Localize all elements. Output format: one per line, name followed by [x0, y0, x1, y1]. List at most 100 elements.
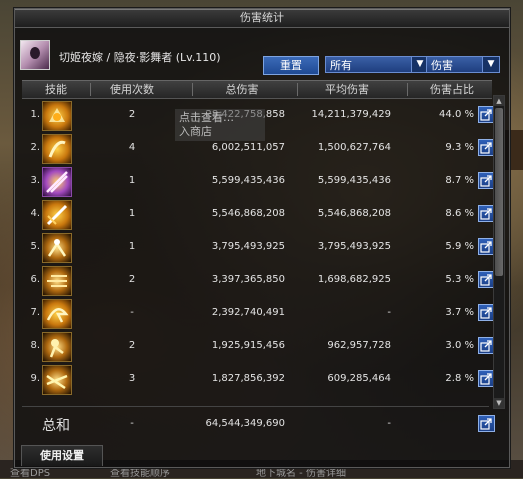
window-footer: 使用设置: [15, 441, 509, 467]
tab-usage-settings[interactable]: 使用设置: [21, 445, 103, 466]
total-row: 总和 - 64,544,349,690 -: [22, 410, 495, 437]
skill-icon: [42, 332, 72, 362]
col-uses: 使用次数: [110, 83, 154, 96]
col-separator: [90, 83, 91, 96]
arrow-up-icon[interactable]: ▲: [494, 96, 504, 106]
row-uses: 1: [128, 241, 136, 252]
table-row[interactable]: 9. 3 1,827,856,392 609,285,464 2.8 %: [22, 363, 495, 396]
row-rank: 2.: [30, 142, 40, 153]
row-total: 5,546,868,208: [211, 208, 285, 219]
row-avg: 5,599,435,436: [317, 175, 391, 186]
reset-button[interactable]: 重置: [263, 56, 319, 75]
table-header: 技能 使用次数 总伤害 平均伤害 伤害占比: [22, 80, 492, 99]
row-share: 5.9 %: [445, 241, 474, 252]
col-total: 总伤害: [225, 83, 259, 96]
col-separator: [192, 83, 193, 96]
row-rank: 5.: [30, 241, 40, 252]
row-rank: 8.: [30, 340, 40, 351]
row-avg: -: [387, 307, 391, 318]
window-header: 切姬夜嫁 / 隐夜·影舞者 (Lv.110) 重置 所有 ▼ 伤害 ▼: [15, 28, 509, 80]
skill-icon: [42, 200, 72, 230]
row-avg: 5,546,868,208: [317, 208, 391, 219]
row-avg: 1,500,627,764: [317, 142, 391, 153]
row-total: 6,002,511,057: [211, 142, 285, 153]
row-avg: 962,957,728: [327, 340, 391, 351]
row-uses: 2: [128, 340, 136, 351]
total-avg: -: [387, 418, 391, 429]
row-share: 9.3 %: [445, 142, 474, 153]
character-name: 切姬夜嫁 / 隐夜·影舞者 (Lv.110): [59, 51, 221, 64]
row-total: 1,827,856,392: [211, 373, 285, 384]
col-avg: 平均伤害: [325, 83, 369, 96]
arrow-down-icon[interactable]: ▼: [494, 398, 504, 408]
damage-stats-window: 伤害统计 切姬夜嫁 / 隐夜·影舞者 (Lv.110) 重置 所有 ▼ 伤害 ▼…: [14, 8, 510, 468]
row-rank: 3.: [30, 175, 40, 186]
share-icon: [480, 109, 492, 121]
row-uses: 1: [128, 208, 136, 219]
table-row[interactable]: 4. 1 5,546,868,208 5,546,868,208 8.6 %: [22, 198, 495, 231]
row-rank: 9.: [30, 373, 40, 384]
row-uses: 2: [128, 274, 136, 285]
row-total: 5,599,435,436: [211, 175, 285, 186]
table-row[interactable]: 3. 1 5,599,435,436 5,599,435,436 8.7 %: [22, 165, 495, 198]
row-share: 8.6 %: [445, 208, 474, 219]
skill-icon: [42, 299, 72, 329]
total-damage: 64,544,349,690: [205, 418, 285, 429]
share-icon: [480, 208, 492, 220]
character-avatar: [20, 40, 50, 70]
share-icon: [480, 373, 492, 385]
chevron-down-icon: ▼: [482, 57, 499, 72]
row-share: 3.0 %: [445, 340, 474, 351]
tooltip-line: 点击查看…: [179, 111, 234, 124]
skill-icon: [42, 266, 72, 296]
row-rank: 4.: [30, 208, 40, 219]
share-icon: [480, 274, 492, 286]
row-total: 1,925,915,456: [211, 340, 285, 351]
share-icon: [480, 340, 492, 352]
share-button[interactable]: [478, 415, 495, 432]
table-divider: [22, 406, 489, 407]
row-total: 3,795,493,925: [211, 241, 285, 252]
owner-filter-select[interactable]: 所有 ▼: [325, 56, 429, 73]
row-rank: 7.: [30, 307, 40, 318]
row-avg: 14,211,379,429: [311, 109, 391, 120]
row-share: 2.8 %: [445, 373, 474, 384]
total-uses: -: [130, 418, 134, 429]
skill-icon: [42, 167, 72, 197]
row-avg: 1,698,682,925: [317, 274, 391, 285]
table-scrollbar[interactable]: ▲ ▼: [493, 95, 505, 409]
background-tooltip: 点击查看… 入商店: [175, 109, 265, 141]
tooltip-line: 入商店: [179, 125, 212, 138]
share-icon: [480, 307, 492, 319]
window-title[interactable]: 伤害统计: [15, 9, 509, 28]
skill-icon: [42, 134, 72, 164]
row-avg: 609,285,464: [327, 373, 391, 384]
skill-icon: [42, 233, 72, 263]
scroll-thumb[interactable]: [495, 108, 503, 276]
skill-icon: [42, 365, 72, 395]
share-icon: [480, 175, 492, 187]
row-uses: 4: [128, 142, 136, 153]
row-total: 2,392,740,491: [211, 307, 285, 318]
row-total: 3,397,365,850: [211, 274, 285, 285]
table-row[interactable]: 8. 2 1,925,915,456 962,957,728 3.0 %: [22, 330, 495, 363]
row-rank: 1.: [30, 109, 40, 120]
table-row[interactable]: 6. 2 3,397,365,850 1,698,682,925 5.3 %: [22, 264, 495, 297]
row-uses: 2: [128, 109, 136, 120]
share-icon: [480, 241, 492, 253]
share-icon: [480, 142, 492, 154]
row-uses: 3: [128, 373, 136, 384]
row-avg: 3,795,493,925: [317, 241, 391, 252]
type-filter-select[interactable]: 伤害 ▼: [426, 56, 500, 73]
row-share: 5.3 %: [445, 274, 474, 285]
col-skill: 技能: [45, 83, 67, 96]
row-share: 3.7 %: [445, 307, 474, 318]
table-row[interactable]: 7. - 2,392,740,491 - 3.7 %: [22, 297, 495, 330]
col-separator: [297, 83, 298, 96]
owner-filter-value: 所有: [330, 59, 352, 72]
table-row[interactable]: 5. 1 3,795,493,925 3,795,493,925 5.9 %: [22, 231, 495, 264]
skill-icon: [42, 101, 72, 131]
row-uses: -: [130, 307, 134, 318]
type-filter-value: 伤害: [431, 59, 453, 72]
share-icon: [480, 418, 492, 430]
